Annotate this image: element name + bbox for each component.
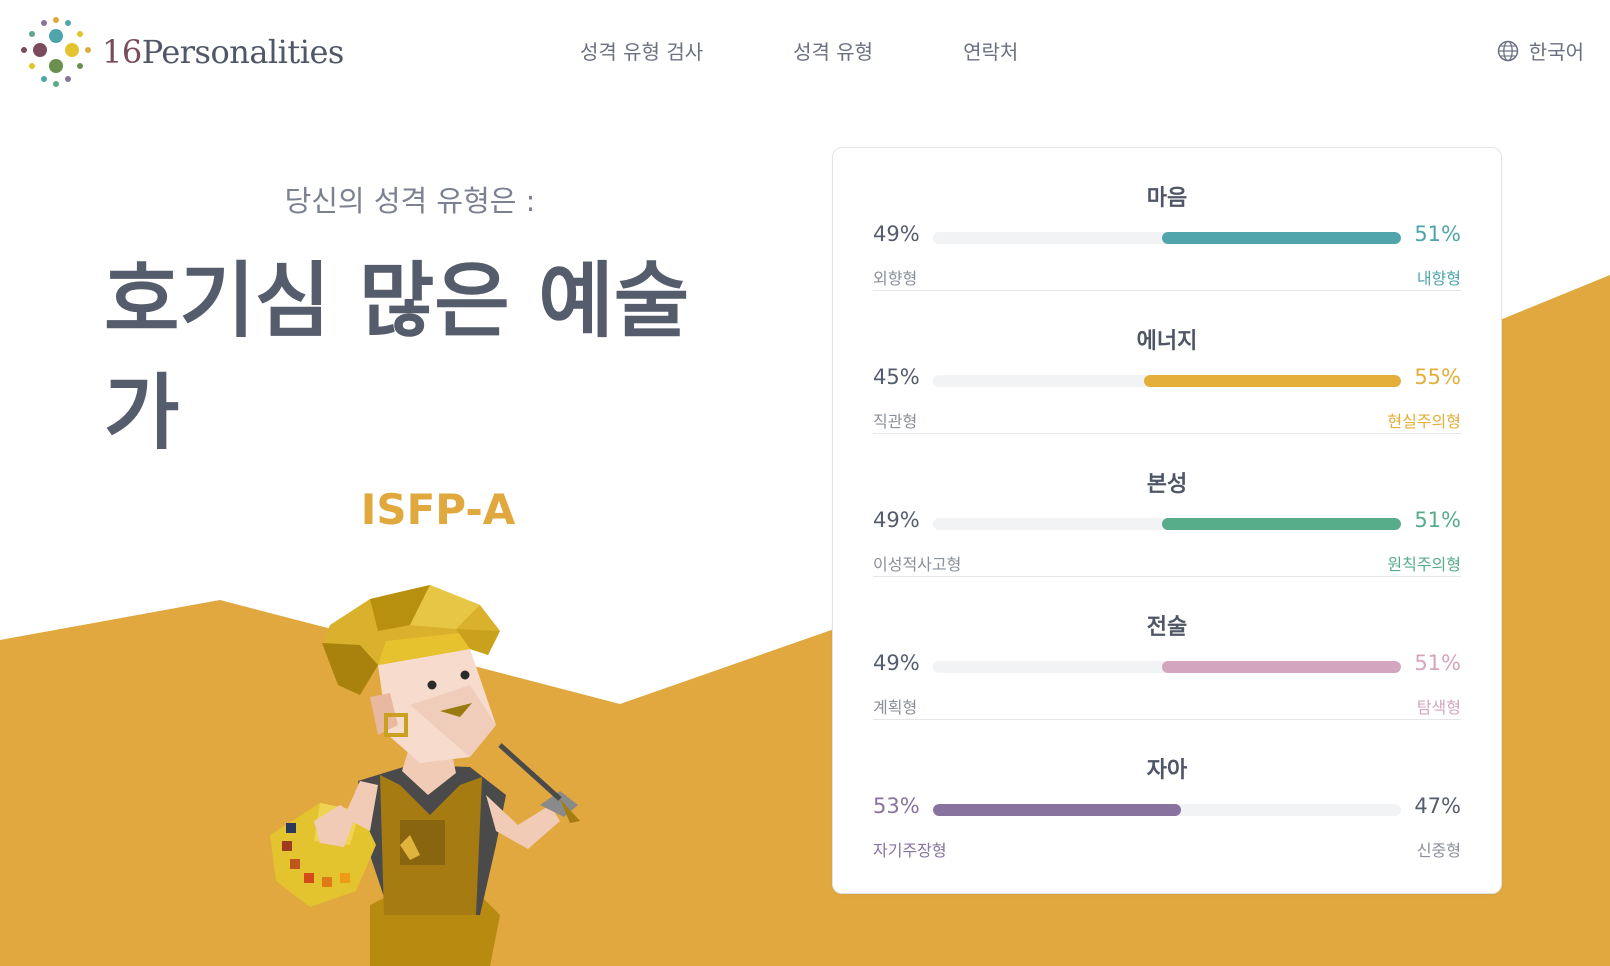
- trait-right-percent: 51%: [1414, 222, 1461, 246]
- logo-dots-icon: [21, 17, 91, 87]
- trait-right-label: 원칙주의형: [1387, 555, 1461, 574]
- trait-bar-fill: [1162, 518, 1401, 530]
- trait-bar: [933, 518, 1401, 530]
- nav-personality-types[interactable]: 성격 유형: [793, 36, 873, 65]
- language-selector[interactable]: 한국어: [1497, 36, 1584, 65]
- trait-row: 본성 49% 51% 이성적사고형 원칙주의형: [873, 434, 1461, 577]
- trait-row: 전술 49% 51% 계획형 탐색형: [873, 577, 1461, 720]
- language-label: 한국어: [1528, 40, 1584, 64]
- trait-bar-fill: [1162, 661, 1401, 673]
- trait-row: 자아 53% 47% 자기주장형 신중형: [873, 720, 1461, 863]
- nav-personality-test[interactable]: 성격 유형 검사: [580, 36, 703, 65]
- trait-left-label: 이성적사고형: [873, 555, 962, 574]
- trait-name: 에너지: [1136, 329, 1198, 354]
- brand-logo[interactable]: 16Personalities: [20, 16, 344, 88]
- trait-right-label: 내향형: [1416, 269, 1461, 288]
- trait-left-label: 외향형: [873, 269, 918, 288]
- trait-bar-fill: [933, 804, 1182, 816]
- trait-left-label: 직관형: [873, 412, 918, 431]
- trait-left-percent: 49%: [873, 651, 920, 675]
- trait-bar-fill: [1143, 375, 1401, 387]
- trait-row: 마음 49% 51% 외향형 내향형: [873, 148, 1461, 291]
- trait-name: 마음: [1146, 186, 1188, 211]
- globe-icon: [1497, 40, 1519, 61]
- trait-left-percent: 49%: [873, 222, 920, 246]
- trait-name: 자아: [1146, 758, 1188, 783]
- trait-bar: [933, 232, 1401, 244]
- trait-bar: [933, 661, 1401, 673]
- result-type-name: 호기심 많은 예술가: [104, 254, 690, 461]
- trait-right-percent: 51%: [1414, 508, 1461, 532]
- trait-left-percent: 45%: [873, 365, 920, 389]
- trait-bar: [933, 375, 1401, 387]
- trait-left-percent: 49%: [873, 508, 920, 532]
- top-navigation: 16Personalities 성격 유형 검사 성격 유형 연락처 한국어: [0, 0, 1610, 100]
- trait-bar-fill: [1162, 232, 1401, 244]
- trait-name: 본성: [1146, 472, 1188, 497]
- result-type-code: ISFP-A: [360, 485, 516, 534]
- trait-scores-card: 마음 49% 51% 외향형 내향형 에너지 45% 55% 직관형 현실주의형…: [832, 147, 1502, 894]
- trait-right-label: 탐색형: [1416, 698, 1461, 717]
- trait-row: 에너지 45% 55% 직관형 현실주의형: [873, 291, 1461, 434]
- trait-right-percent: 47%: [1414, 794, 1461, 818]
- main-nav: 성격 유형 검사 성격 유형 연락처: [580, 36, 1108, 65]
- result-subtitle: 당신의 성격 유형은 :: [284, 184, 536, 218]
- result-hero: 당신의 성격 유형은 : 호기심 많은 예술가 ISFP-A: [0, 100, 820, 580]
- trait-right-percent: 51%: [1414, 651, 1461, 675]
- nav-contact[interactable]: 연락처: [963, 36, 1018, 65]
- trait-name: 전술: [1146, 615, 1188, 640]
- brand-name: 16Personalities: [102, 33, 344, 71]
- artist-character-illustration: [270, 585, 580, 966]
- trait-right-label: 현실주의형: [1387, 412, 1461, 431]
- trait-left-label: 계획형: [873, 698, 918, 717]
- trait-right-percent: 55%: [1414, 365, 1461, 389]
- trait-right-label: 신중형: [1416, 841, 1461, 860]
- trait-left-percent: 53%: [873, 794, 920, 818]
- trait-bar: [933, 804, 1401, 816]
- trait-left-label: 자기주장형: [873, 841, 947, 860]
